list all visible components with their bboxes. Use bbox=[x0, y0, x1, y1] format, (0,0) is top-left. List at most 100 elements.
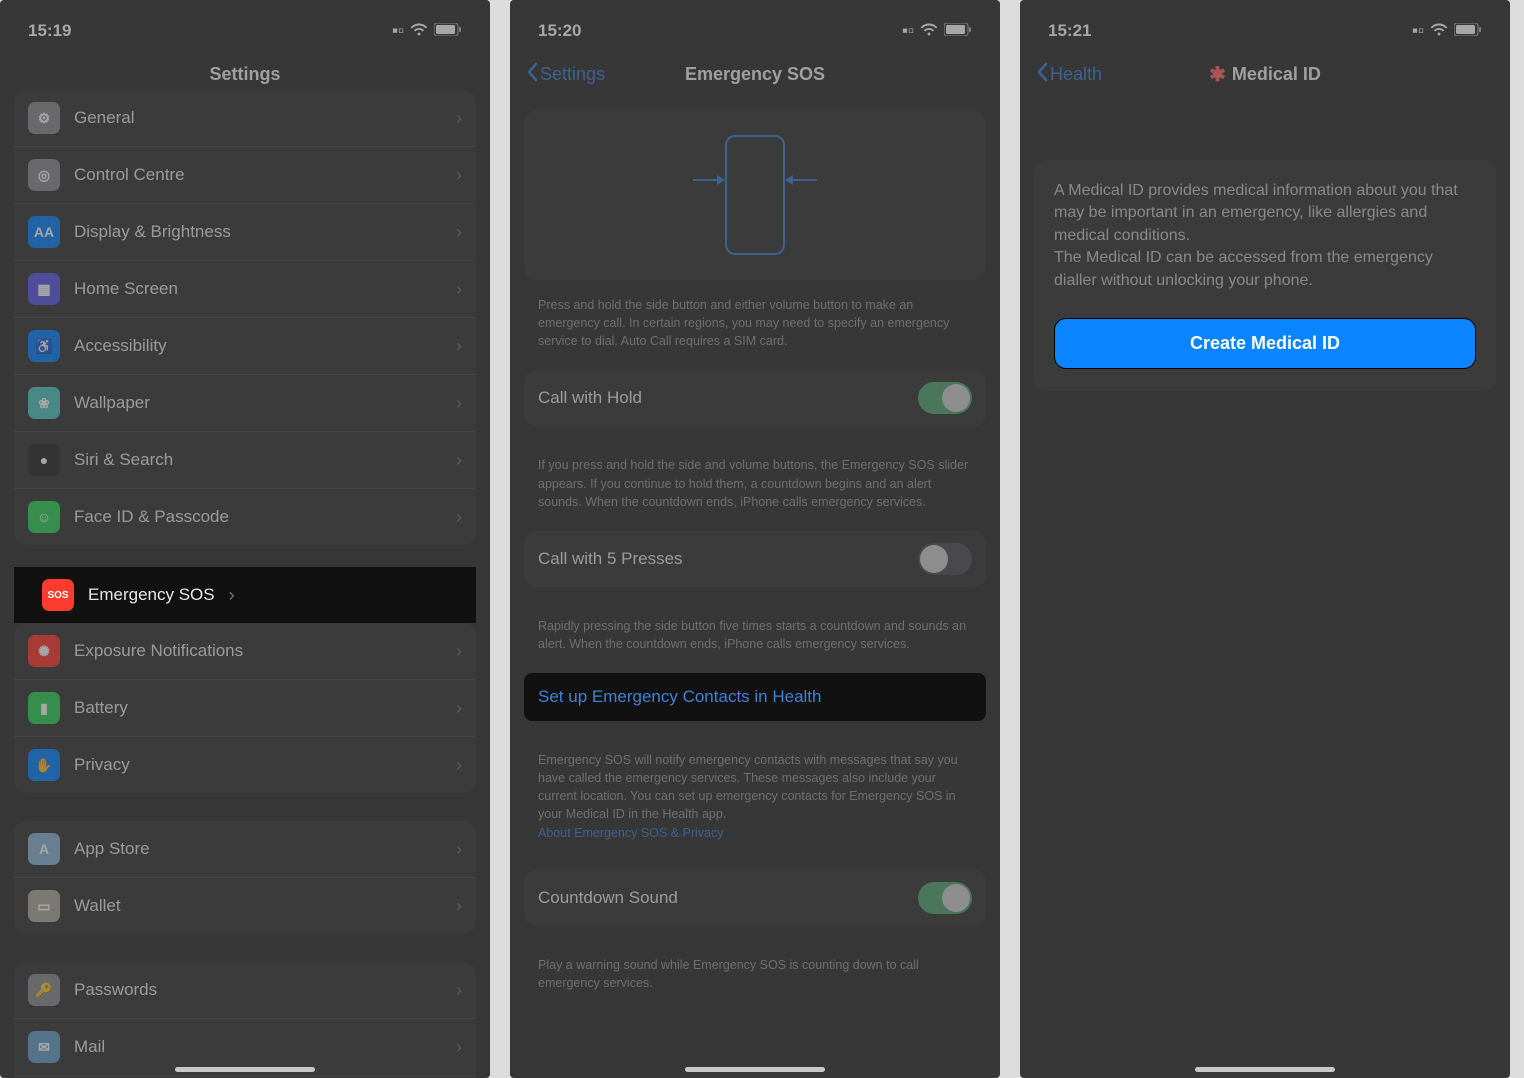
sos-content: Press and hold the side button and eithe… bbox=[510, 110, 1000, 1032]
back-label: Settings bbox=[540, 64, 605, 85]
row-label: Display & Brightness bbox=[74, 222, 442, 242]
back-button[interactable]: Settings bbox=[526, 62, 605, 87]
info-text: A Medical ID provides medical informatio… bbox=[1054, 180, 1476, 292]
chevron-right-icon: › bbox=[456, 698, 462, 719]
status-icons: ▪▫ bbox=[392, 21, 462, 41]
settings-row[interactable]: ● Siri & Search › bbox=[14, 432, 476, 489]
settings-row[interactable]: 🔑Passwords› bbox=[14, 962, 476, 1019]
nav-bar: Settings Emergency SOS bbox=[510, 48, 1000, 100]
status-time: 15:19 bbox=[28, 21, 71, 41]
settings-list[interactable]: ⚙General›◎Control Centre›AADisplay & Bri… bbox=[0, 90, 490, 1078]
row-label: Accessibility bbox=[74, 336, 442, 356]
illustration-footer: Press and hold the side button and eithe… bbox=[510, 288, 1000, 350]
row-icon: ✋ bbox=[28, 749, 60, 781]
chevron-right-icon: › bbox=[456, 450, 462, 471]
call-five-group: Call with 5 Presses bbox=[524, 531, 986, 587]
back-label: Health bbox=[1050, 64, 1102, 85]
countdown-toggle[interactable] bbox=[918, 882, 972, 914]
settings-row[interactable]: ♿Accessibility› bbox=[14, 318, 476, 375]
row-icon: 🔑 bbox=[28, 974, 60, 1006]
row-label: Countdown Sound bbox=[538, 888, 904, 908]
chevron-right-icon: › bbox=[456, 336, 462, 357]
settings-row[interactable]: ☺Face ID & Passcode› bbox=[14, 489, 476, 545]
home-indicator[interactable] bbox=[1195, 1067, 1335, 1072]
countdown-sound-row[interactable]: Countdown Sound bbox=[524, 870, 986, 926]
settings-row[interactable]: AADisplay & Brightness› bbox=[14, 204, 476, 261]
chevron-right-icon: › bbox=[456, 393, 462, 414]
wifi-icon bbox=[1430, 21, 1448, 41]
row-icon: ▦ bbox=[28, 273, 60, 305]
settings-row[interactable]: ▭ Wallet › bbox=[14, 878, 476, 934]
settings-row[interactable]: ▦Home Screen› bbox=[14, 261, 476, 318]
settings-row[interactable]: ❀Wallpaper› bbox=[14, 375, 476, 432]
status-icons: ▪▫ bbox=[1412, 21, 1482, 41]
create-medical-id-button[interactable]: Create Medical ID bbox=[1054, 318, 1476, 369]
chevron-right-icon: › bbox=[456, 980, 462, 1001]
row-label: Emergency SOS bbox=[88, 585, 215, 605]
sos-icon: SOS bbox=[42, 579, 74, 611]
signal-icon: ▪▫ bbox=[1412, 21, 1424, 41]
call-five-toggle[interactable] bbox=[918, 543, 972, 575]
countdown-group: Countdown Sound bbox=[524, 870, 986, 926]
chevron-right-icon: › bbox=[456, 108, 462, 129]
settings-group: ⚙General›◎Control Centre›AADisplay & Bri… bbox=[14, 90, 476, 545]
call-with-hold-row[interactable]: Call with Hold bbox=[524, 370, 986, 426]
home-indicator[interactable] bbox=[175, 1067, 315, 1072]
row-icon: ✺ bbox=[28, 635, 60, 667]
chevron-right-icon: › bbox=[456, 896, 462, 917]
settings-group: ✺Exposure Notifications›▮Battery› ✋ Privac… bbox=[14, 623, 476, 793]
settings-group: AApp Store› ▭ Wallet › bbox=[14, 821, 476, 934]
medical-star-icon: ✱ bbox=[1209, 62, 1226, 87]
settings-row-emergency-sos[interactable]: SOS Emergency SOS › bbox=[14, 567, 476, 623]
five-footer: Rapidly pressing the side button five ti… bbox=[510, 609, 1000, 653]
wifi-icon bbox=[410, 21, 428, 41]
chevron-right-icon: › bbox=[456, 839, 462, 860]
page-title: ✱ Medical ID bbox=[1209, 62, 1321, 87]
back-button[interactable]: Health bbox=[1036, 62, 1102, 87]
status-bar: 15:21 ▪▫ bbox=[1020, 0, 1510, 48]
row-label: Wallet bbox=[74, 896, 442, 916]
call-with-hold-toggle[interactable] bbox=[918, 382, 972, 414]
chevron-right-icon: › bbox=[456, 1037, 462, 1058]
setup-emergency-contacts-link[interactable]: Set up Emergency Contacts in Health bbox=[524, 673, 986, 721]
settings-row[interactable]: ◎Control Centre› bbox=[14, 147, 476, 204]
title-text: Medical ID bbox=[1232, 64, 1321, 85]
illustration-card bbox=[524, 110, 986, 280]
chevron-right-icon: › bbox=[456, 222, 462, 243]
privacy-link[interactable]: About Emergency SOS & Privacy bbox=[538, 826, 724, 840]
status-time: 15:20 bbox=[538, 21, 581, 41]
battery-icon bbox=[1454, 21, 1482, 41]
chevron-right-icon: › bbox=[229, 585, 235, 606]
chevron-right-icon: › bbox=[456, 165, 462, 186]
row-icon: ☺ bbox=[28, 501, 60, 533]
signal-icon: ▪▫ bbox=[902, 21, 914, 41]
signal-icon: ▪▫ bbox=[392, 21, 404, 41]
settings-row[interactable]: ▮Battery› bbox=[14, 680, 476, 737]
row-label: Privacy bbox=[74, 755, 442, 775]
call-five-presses-row[interactable]: Call with 5 Presses bbox=[524, 531, 986, 587]
status-bar: 15:19 ▪▫ bbox=[0, 0, 490, 48]
row-icon: ▭ bbox=[28, 890, 60, 922]
row-icon: ◎ bbox=[28, 159, 60, 191]
wifi-icon bbox=[920, 21, 938, 41]
home-indicator[interactable] bbox=[685, 1067, 825, 1072]
row-icon: ▮ bbox=[28, 692, 60, 724]
row-label: Siri & Search bbox=[74, 450, 442, 470]
settings-row[interactable]: AApp Store› bbox=[14, 821, 476, 878]
phone-squeeze-illustration bbox=[725, 135, 785, 255]
chevron-right-icon: › bbox=[456, 279, 462, 300]
row-icon: ● bbox=[28, 444, 60, 476]
chevron-right-icon: › bbox=[456, 507, 462, 528]
status-time: 15:21 bbox=[1048, 21, 1091, 41]
row-label: General bbox=[74, 108, 442, 128]
medical-content: A Medical ID provides medical informatio… bbox=[1020, 160, 1510, 431]
battery-icon bbox=[434, 21, 462, 41]
settings-row[interactable]: ✺Exposure Notifications› bbox=[14, 623, 476, 680]
row-label: Mail bbox=[74, 1037, 442, 1057]
setup-contacts-group: Set up Emergency Contacts in Health bbox=[524, 673, 986, 721]
settings-screen: 15:19 ▪▫ Settings ⚙General›◎Control Cent… bbox=[0, 0, 490, 1078]
chevron-right-icon: › bbox=[456, 755, 462, 776]
page-title: Settings bbox=[209, 64, 280, 85]
settings-row[interactable]: ✋ Privacy › bbox=[14, 737, 476, 793]
page-title: Emergency SOS bbox=[685, 64, 825, 85]
